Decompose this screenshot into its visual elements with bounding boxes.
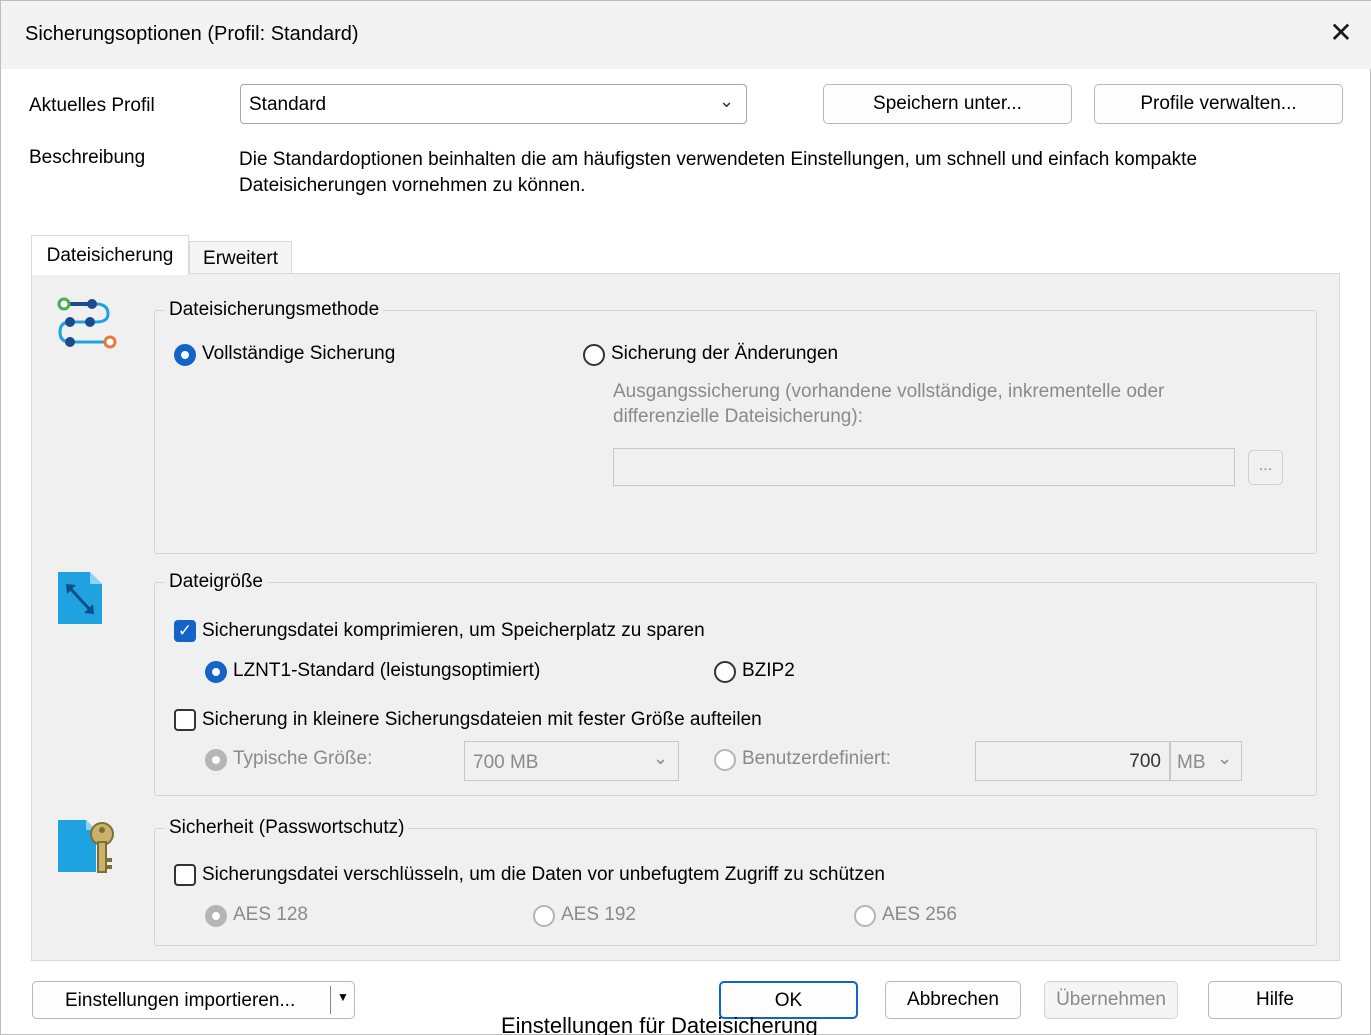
bzip2-radio[interactable] [714,661,736,683]
full-backup-radio[interactable] [174,344,196,366]
caret-down-icon[interactable]: ▼ [337,990,349,1004]
custom-size-label: Benutzerdefiniert: [742,748,891,769]
import-settings-split-button[interactable]: Einstellungen importieren... ▼ [32,981,355,1019]
current-profile-label: Aktuelles Profil [29,95,155,116]
lznt1-radio[interactable] [205,661,227,683]
save-as-button[interactable]: Speichern unter... [823,84,1072,124]
description-line-1: Die Standardoptionen beinhalten die am h… [239,149,1198,170]
aes192-label: AES 192 [561,904,636,925]
typical-size-value: 700 MB [473,752,539,773]
security-title: Sicherheit (Passwortschutz) [165,817,409,839]
file-size-icon [58,572,102,624]
manage-profiles-button[interactable]: Profile verwalten... [1094,84,1343,124]
typical-size-select[interactable]: 700 MB ⌄ [464,741,679,781]
typical-size-label: Typische Größe: [233,748,373,769]
tab-erweitert[interactable]: Erweitert [189,241,292,274]
description-line-2: Dateisicherungen vornehmen zu können. [239,175,586,196]
base-backup-desc-1: Ausgangssicherung (vorhandene vollständi… [613,381,1165,402]
tab-panel: Dateisicherungsmethode Vollständige Sich… [31,273,1340,961]
custom-size-input[interactable]: 700 [975,741,1170,781]
encrypt-checkbox[interactable] [174,864,196,886]
typical-size-radio[interactable] [205,749,227,771]
profile-select[interactable]: Standard ⌄ [240,84,747,124]
tab-dateisicherung[interactable]: Dateisicherung [31,235,189,275]
file-size-title: Dateigröße [165,571,267,593]
browse-button[interactable]: ... [1248,450,1283,485]
backup-options-dialog: Sicherungsoptionen (Profil: Standard) ✕ … [0,0,1371,1035]
encrypt-label[interactable]: Sicherungsdatei verschlüsseln, um die Da… [202,864,885,886]
custom-size-unit-select[interactable]: MB ⌄ [1170,741,1242,781]
cancel-button[interactable]: Abbrechen [885,981,1021,1019]
custom-size-unit: MB [1177,752,1206,773]
backup-method-icon [57,297,117,349]
security-key-icon [58,820,114,873]
chevron-down-icon: ⌄ [653,748,669,768]
aes128-radio[interactable] [205,905,227,927]
compress-label[interactable]: Sicherungsdatei komprimieren, um Speiche… [202,620,705,642]
compress-checkbox[interactable]: ✓ [174,620,196,642]
aes256-label: AES 256 [882,904,957,925]
profile-select-value: Standard [249,94,327,115]
description-label: Beschreibung [29,147,146,168]
help-button[interactable]: Hilfe [1208,981,1342,1019]
apply-button[interactable]: Übernehmen [1044,981,1178,1019]
split-label[interactable]: Sicherung in kleinere Sicherungsdateien … [202,709,762,731]
full-backup-label[interactable]: Vollständige Sicherung [202,343,395,365]
figure-caption: Einstellungen für Dateisicherung [501,1013,818,1035]
custom-size-value: 700 [1129,751,1161,772]
security-group [154,828,1317,946]
aes128-label: AES 128 [233,904,308,925]
base-backup-path-input[interactable] [613,448,1235,486]
split-checkbox[interactable] [174,709,196,731]
lznt1-label[interactable]: LZNT1-Standard (leistungsoptimiert) [233,660,540,682]
chevron-down-icon: ⌄ [719,91,735,111]
split-divider [330,986,331,1014]
window-title: Sicherungsoptionen (Profil: Standard) [25,23,359,45]
backup-method-title: Dateisicherungsmethode [165,299,384,321]
aes256-radio[interactable] [854,905,876,927]
changes-backup-label[interactable]: Sicherung der Änderungen [611,343,838,365]
base-backup-desc-2: differenzielle Dateisicherung): [613,406,863,427]
changes-backup-radio[interactable] [583,344,605,366]
close-button[interactable]: ✕ [1323,15,1359,51]
import-settings-label[interactable]: Einstellungen importieren... [65,990,295,1012]
bzip2-label[interactable]: BZIP2 [742,660,795,682]
custom-size-radio[interactable] [714,749,736,771]
chevron-down-icon: ⌄ [1217,748,1233,768]
aes192-radio[interactable] [533,905,555,927]
